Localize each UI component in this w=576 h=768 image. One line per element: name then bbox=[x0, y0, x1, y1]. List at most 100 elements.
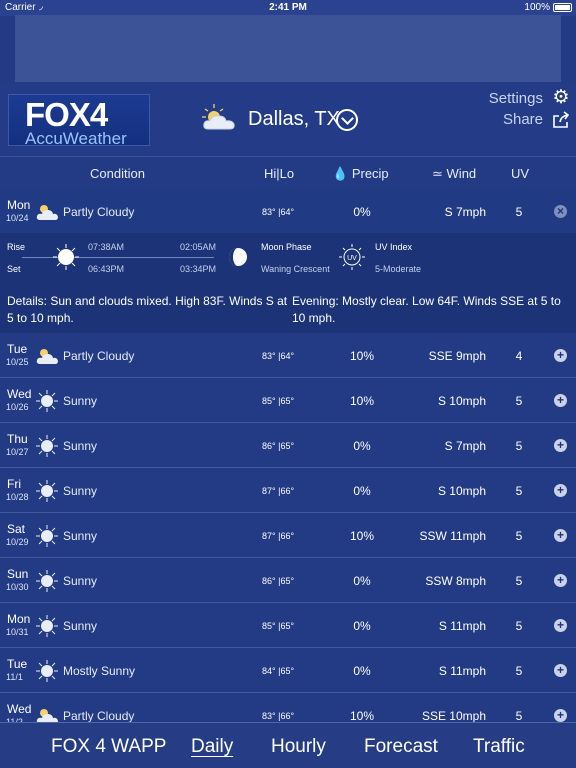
table-row[interactable]: Mon 10/31 Sunny 85° |65° 0% S 11mph 5 + bbox=[0, 603, 576, 648]
moon-phase-icon bbox=[229, 248, 247, 266]
column-header-row: Condition Hi|Lo 💧 Precip ≃ Wind UV bbox=[0, 156, 576, 189]
sunrise-time: 07:38AM bbox=[88, 242, 125, 252]
expand-icon[interactable]: + bbox=[554, 484, 567, 497]
condition-text: Sunny bbox=[63, 394, 98, 408]
expand-icon[interactable]: + bbox=[554, 349, 567, 362]
nav-hourly[interactable]: Hourly bbox=[271, 736, 326, 758]
table-row[interactable]: Wed 11/2 Partly Cloudy 83° |66° 10% SSE 10mph… bbox=[0, 693, 576, 722]
uv-text: 5 bbox=[515, 205, 523, 219]
day-date: 10/26 bbox=[6, 402, 29, 412]
sun-icon bbox=[35, 615, 59, 637]
share-icon[interactable] bbox=[552, 111, 570, 129]
sunset-label: Set bbox=[7, 264, 21, 274]
nav-traffic[interactable]: Traffic bbox=[473, 736, 525, 758]
settings-label[interactable]: Settings bbox=[489, 90, 543, 107]
raindrop-icon: 💧 bbox=[332, 166, 349, 181]
nav-daily[interactable]: Daily bbox=[191, 736, 233, 758]
expand-icon[interactable]: + bbox=[554, 709, 567, 722]
hilo-text: 87° |66° bbox=[262, 531, 295, 541]
precip-text: 0% bbox=[353, 484, 371, 498]
table-row[interactable]: Sat 10/29 Sunny 87° |66° 10% SSW 11mph 5 + bbox=[0, 513, 576, 558]
hilo-text: 83° |64° bbox=[262, 351, 295, 361]
wind-text: S 11mph bbox=[438, 619, 486, 633]
expand-icon[interactable]: + bbox=[554, 394, 567, 407]
precip-text: 0% bbox=[353, 205, 371, 219]
battery-percent: 100% bbox=[524, 2, 550, 13]
wind-text: S 10mph bbox=[437, 484, 486, 498]
table-row[interactable]: Fri 10/28 Sunny 87° |66° 0% S 10mph 5 + bbox=[0, 468, 576, 513]
uv-text: 5 bbox=[515, 394, 523, 408]
sunrise-label: Rise bbox=[7, 242, 26, 252]
fox4-accuweather-logo: FOX4 AccuWeather bbox=[8, 94, 150, 148]
status-bar: Carrier ◞ 2:41 PM 100% bbox=[0, 0, 576, 16]
table-row-expanded[interactable]: Mon 10/24 Partly Cloudy 83° |64° 0% S 7m… bbox=[0, 189, 576, 233]
logo-sub-text: AccuWeather bbox=[25, 129, 127, 148]
column-uv: UV bbox=[511, 166, 530, 181]
hilo-text: 85° |65° bbox=[262, 396, 295, 406]
nav-forecast[interactable]: Forecast bbox=[364, 736, 438, 758]
sunset-time: 06:43PM bbox=[88, 264, 125, 274]
hilo-text: 87° |66° bbox=[262, 486, 295, 496]
wind-text: SSE 9mph bbox=[428, 349, 486, 363]
daily-forecast-list[interactable]: Tue 10/25 Partly Cloudy 83° |64° 10% SSE 9mph… bbox=[0, 333, 576, 722]
sun-horizon-line bbox=[22, 257, 214, 258]
sun-icon bbox=[35, 390, 59, 412]
svg-text:UV: UV bbox=[347, 255, 357, 262]
hilo-text: 84° |65° bbox=[262, 666, 295, 676]
precip-text: 10% bbox=[349, 394, 375, 408]
column-wind: ≃ Wind bbox=[432, 166, 476, 182]
sun-icon bbox=[35, 660, 59, 682]
sun-icon bbox=[53, 244, 79, 270]
hilo-text: 85° |65° bbox=[262, 621, 295, 631]
day-date: 11/1 bbox=[6, 672, 23, 682]
ad-banner[interactable] bbox=[15, 15, 561, 82]
sun-icon bbox=[35, 525, 59, 547]
day-name: Mon bbox=[7, 198, 31, 212]
precip-text: 10% bbox=[349, 709, 375, 722]
condition-text: Sunny bbox=[63, 439, 98, 453]
location-dropdown-button[interactable] bbox=[336, 109, 358, 131]
day-name: Tue bbox=[7, 342, 28, 356]
hilo-text: 83° |64° bbox=[262, 207, 295, 217]
expand-icon[interactable]: + bbox=[554, 664, 567, 677]
expand-icon[interactable]: + bbox=[554, 439, 567, 452]
precip-text: 10% bbox=[349, 349, 375, 363]
wind-text: S 7mph bbox=[444, 205, 486, 219]
partly-cloudy-icon bbox=[35, 705, 59, 722]
clock: 2:41 PM bbox=[269, 2, 307, 13]
day-name: Wed bbox=[7, 387, 32, 401]
column-condition: Condition bbox=[90, 166, 145, 181]
expand-icon[interactable]: + bbox=[554, 529, 567, 542]
precip-text: 0% bbox=[353, 664, 371, 678]
table-row[interactable]: Tue 10/25 Partly Cloudy 83° |64° 10% SSE 9mph… bbox=[0, 333, 576, 378]
sun-icon bbox=[35, 570, 59, 592]
table-row[interactable]: Wed 10/26 Sunny 85° |65° 10% S 10mph 5 + bbox=[0, 378, 576, 423]
gear-icon[interactable]: ⚙ bbox=[552, 88, 570, 107]
condition-text: Mostly Sunny bbox=[63, 664, 136, 678]
uv-index-label: UV Index bbox=[375, 242, 413, 252]
collapse-icon[interactable]: × bbox=[554, 205, 567, 218]
table-row[interactable]: Tue 11/1 Mostly Sunny 84° |65° 0% S 11mph 5 + bbox=[0, 648, 576, 693]
expand-icon[interactable]: + bbox=[554, 619, 567, 632]
day-name: Thu bbox=[7, 432, 28, 446]
uv-text: 5 bbox=[515, 529, 523, 543]
column-precip-label: Precip bbox=[351, 166, 389, 181]
precip-text: 10% bbox=[349, 529, 375, 543]
uv-text: 5 bbox=[515, 439, 523, 453]
nav-fox4-wapp[interactable]: FOX 4 WAPP bbox=[51, 736, 166, 758]
wind-icon: ≃ bbox=[432, 166, 443, 181]
sun-icon bbox=[35, 435, 59, 457]
table-row[interactable]: Sun 10/30 Sunny 86° |65° 0% SSW 8mph 5 + bbox=[0, 558, 576, 603]
expand-icon[interactable]: + bbox=[554, 574, 567, 587]
table-row[interactable]: Thu 10/27 Sunny 86° |65° 0% S 7mph 5 + bbox=[0, 423, 576, 468]
uv-index-value: 5-Moderate bbox=[375, 264, 422, 274]
wind-text: S 10mph bbox=[437, 394, 486, 408]
precip-text: 0% bbox=[353, 619, 371, 633]
location-name[interactable]: Dallas, TX bbox=[248, 108, 340, 131]
wind-text: SSW 8mph bbox=[425, 574, 486, 588]
partly-cloudy-icon bbox=[202, 104, 235, 130]
day-name: Wed bbox=[7, 702, 32, 716]
condition-text: Partly Cloudy bbox=[63, 205, 135, 219]
day-date: 10/27 bbox=[6, 447, 29, 457]
share-label[interactable]: Share bbox=[503, 111, 543, 128]
